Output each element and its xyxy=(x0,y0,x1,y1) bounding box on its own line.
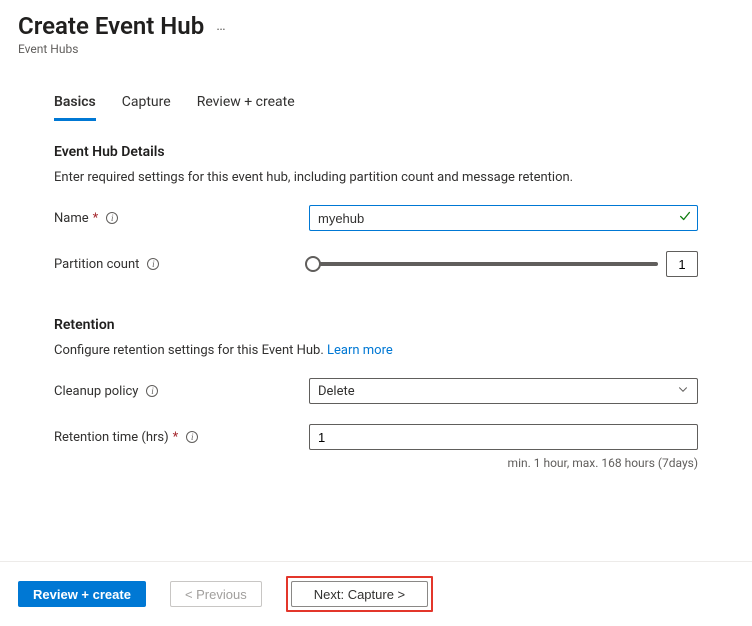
cleanup-policy-label: Cleanup policy xyxy=(54,384,138,399)
required-indicator: * xyxy=(93,211,99,226)
required-indicator: * xyxy=(173,430,179,445)
next-capture-button[interactable]: Next: Capture > xyxy=(291,581,428,607)
section-description-details: Enter required settings for this event h… xyxy=(54,170,698,185)
retention-time-input[interactable] xyxy=(309,424,698,450)
info-icon[interactable]: i xyxy=(186,431,198,443)
learn-more-link[interactable]: Learn more xyxy=(327,343,393,358)
cleanup-policy-select[interactable]: Delete xyxy=(309,378,698,404)
footer-bar: Review + create < Previous Next: Capture… xyxy=(0,561,752,626)
section-heading-retention: Retention xyxy=(54,317,698,333)
info-icon[interactable]: i xyxy=(106,212,118,224)
cleanup-policy-value: Delete xyxy=(318,384,355,399)
chevron-down-icon xyxy=(677,383,689,399)
partition-count-slider[interactable] xyxy=(309,262,658,266)
section-heading-details: Event Hub Details xyxy=(54,144,698,160)
tab-bar: Basics Capture Review + create xyxy=(54,88,698,122)
tab-basics[interactable]: Basics xyxy=(54,88,96,121)
more-actions-icon[interactable]: … xyxy=(216,18,226,34)
info-icon[interactable]: i xyxy=(146,385,158,397)
name-input[interactable] xyxy=(309,205,698,231)
page-title: Create Event Hub xyxy=(18,12,204,40)
info-icon[interactable]: i xyxy=(147,258,159,270)
partition-count-input[interactable] xyxy=(666,251,698,277)
check-icon xyxy=(678,209,692,227)
review-create-button[interactable]: Review + create xyxy=(18,581,146,607)
breadcrumb[interactable]: Event Hubs xyxy=(18,42,734,56)
tab-review-create[interactable]: Review + create xyxy=(197,88,295,121)
name-label: Name xyxy=(54,211,89,226)
retention-time-label: Retention time (hrs) xyxy=(54,430,169,445)
slider-thumb[interactable] xyxy=(305,256,321,272)
section-description-retention: Configure retention settings for this Ev… xyxy=(54,343,698,358)
tab-capture[interactable]: Capture xyxy=(122,88,171,121)
partition-count-label: Partition count xyxy=(54,257,139,272)
highlight-annotation: Next: Capture > xyxy=(286,576,433,612)
retention-time-hint: min. 1 hour, max. 168 hours (7days) xyxy=(54,456,698,470)
previous-button[interactable]: < Previous xyxy=(170,581,262,607)
